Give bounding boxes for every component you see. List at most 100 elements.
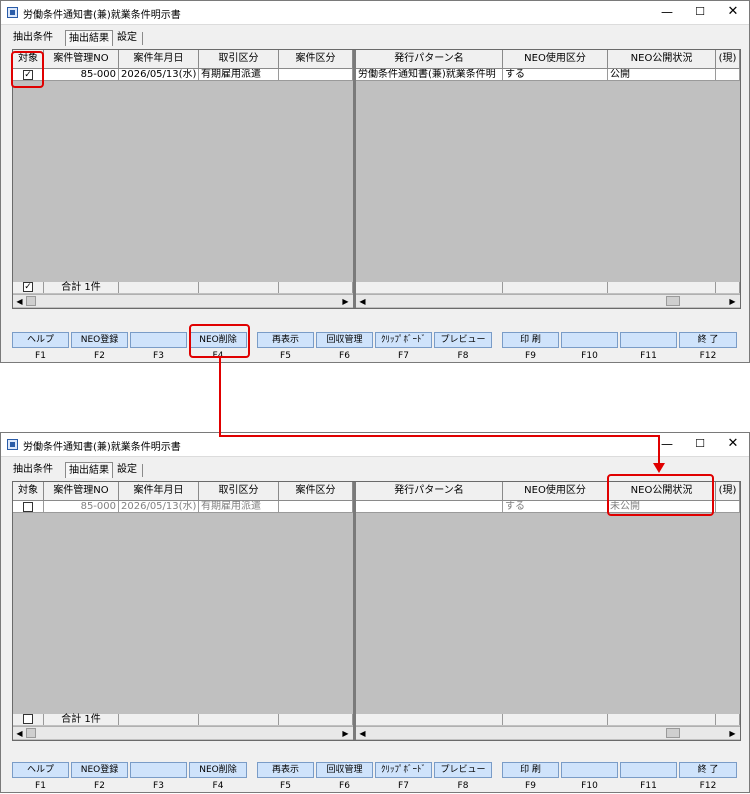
close-button[interactable]: ✕	[720, 436, 746, 452]
left-hscrollbar[interactable]: ◀ ▶	[13, 294, 353, 307]
f3-key-label: F3	[153, 351, 164, 361]
f11-key-label: F11	[640, 781, 657, 791]
maximize-button[interactable]: ☐	[687, 436, 713, 452]
col-header-neo-use[interactable]: NEO使用区分	[503, 482, 608, 501]
footer-total: 合計 1件	[44, 282, 119, 293]
footer-cell	[356, 714, 503, 725]
f12-exit-button[interactable]: 終 了	[679, 762, 737, 778]
f2-neo-register-button[interactable]: NEO登録	[71, 762, 128, 778]
f12-exit-button[interactable]: 終 了	[679, 332, 737, 348]
footer-cell	[716, 714, 740, 725]
scroll-thumb[interactable]	[26, 728, 36, 738]
app-icon	[7, 439, 18, 450]
scroll-left-arrow-icon[interactable]: ◀	[14, 296, 25, 307]
scroll-thumb[interactable]	[26, 296, 36, 306]
f9-print-button[interactable]: 印 刷	[502, 332, 559, 348]
tab-settings[interactable]: 設定	[117, 462, 137, 478]
col-header-pattern-name[interactable]: 発行パターン名	[356, 482, 503, 501]
f8-key-label: F8	[457, 351, 469, 361]
footer-check-cell[interactable]: ✓	[13, 282, 44, 293]
f5-refresh-button[interactable]: 再表示	[257, 332, 314, 348]
f2-neo-register-button[interactable]: NEO登録	[71, 332, 128, 348]
scroll-thumb[interactable]	[666, 728, 680, 738]
tab-extract-conditions[interactable]: 抽出条件	[13, 462, 53, 478]
col-header-current[interactable]: (現)	[716, 482, 740, 501]
pane-splitter[interactable]	[353, 482, 356, 740]
col-header-case-no[interactable]: 案件管理NO	[44, 482, 119, 501]
scroll-left-arrow-icon[interactable]: ◀	[14, 728, 25, 739]
f1-help-button[interactable]: ヘルプ	[12, 332, 69, 348]
f8-preview-button[interactable]: プレビュー	[434, 762, 492, 778]
maximize-button[interactable]: ☐	[687, 4, 713, 20]
f10-key-label: F10	[581, 781, 598, 791]
tab-divider	[112, 32, 113, 45]
row-case-date: 2026/05/13(水)	[119, 69, 199, 81]
col-header-case-kind[interactable]: 案件区分	[279, 50, 353, 69]
f4-neo-delete-button[interactable]: NEO削除	[189, 762, 247, 778]
row-case-no: 85-000	[44, 501, 119, 513]
scroll-right-arrow-icon[interactable]: ▶	[340, 296, 351, 307]
scroll-thumb[interactable]	[666, 296, 680, 306]
f12-key-label: F12	[699, 781, 717, 791]
right-hscrollbar[interactable]: ◀ ▶	[356, 294, 740, 307]
f11-button[interactable]	[620, 332, 677, 348]
scroll-right-arrow-icon[interactable]: ▶	[727, 728, 738, 739]
footer-cell	[199, 282, 279, 293]
close-button[interactable]: ✕	[720, 4, 746, 20]
col-header-case-kind[interactable]: 案件区分	[279, 482, 353, 501]
minimize-button[interactable]: —	[654, 4, 680, 20]
f6-collection-button[interactable]: 回収管理	[316, 762, 373, 778]
col-header-trade-kind[interactable]: 取引区分	[199, 50, 279, 69]
scroll-right-arrow-icon[interactable]: ▶	[727, 296, 738, 307]
select-all-checkbox[interactable]: ✓	[23, 282, 33, 292]
col-header-target[interactable]: 対象	[13, 482, 44, 501]
col-header-case-no[interactable]: 案件管理NO	[44, 50, 119, 69]
f10-button[interactable]	[561, 762, 618, 778]
function-key-bar: ヘルプ NEO登録 NEO削除 再表示 回収管理 ｸﾘｯﾌﾟﾎﾞｰﾄﾞ プレビュ…	[12, 762, 741, 792]
row-neo-use: する	[503, 501, 608, 513]
row-checkbox[interactable]	[23, 502, 33, 512]
row-target-cell[interactable]	[13, 501, 44, 513]
scroll-right-arrow-icon[interactable]: ▶	[340, 728, 351, 739]
window-title: 労働条件通知書(兼)就業条件明示書	[23, 10, 181, 21]
tab-extract-results[interactable]: 抽出結果	[65, 462, 113, 478]
f7-clipboard-button[interactable]: ｸﾘｯﾌﾟﾎﾞｰﾄﾞ	[375, 332, 432, 348]
highlight-neo-delete-button	[189, 324, 250, 358]
footer-cell	[608, 714, 716, 725]
pane-splitter[interactable]	[353, 50, 356, 308]
f5-refresh-button[interactable]: 再表示	[257, 762, 314, 778]
footer-check-cell[interactable]	[13, 714, 44, 725]
f7-key-label: F7	[398, 351, 409, 361]
f3-button[interactable]	[130, 332, 187, 348]
tab-extract-results[interactable]: 抽出結果	[65, 30, 113, 46]
f9-print-button[interactable]: 印 刷	[502, 762, 559, 778]
left-hscrollbar[interactable]: ◀ ▶	[13, 726, 353, 739]
footer-cell	[356, 282, 503, 293]
f8-preview-button[interactable]: プレビュー	[434, 332, 492, 348]
results-grid: 対象 案件管理NO 案件年月日 取引区分 案件区分 発行パターン名 NEO使用区…	[12, 481, 741, 741]
col-header-current[interactable]: (現)	[716, 50, 740, 69]
col-header-case-date[interactable]: 案件年月日	[119, 482, 199, 501]
col-header-neo-use[interactable]: NEO使用区分	[503, 50, 608, 69]
f1-help-button[interactable]: ヘルプ	[12, 762, 69, 778]
f12-key-label: F12	[699, 351, 717, 361]
f3-button[interactable]	[130, 762, 187, 778]
app-icon	[7, 7, 18, 18]
select-all-checkbox[interactable]	[23, 714, 33, 724]
f10-button[interactable]	[561, 332, 618, 348]
scroll-left-arrow-icon[interactable]: ◀	[357, 728, 368, 739]
right-hscrollbar[interactable]: ◀ ▶	[356, 726, 740, 739]
f11-button[interactable]	[620, 762, 677, 778]
col-header-trade-kind[interactable]: 取引区分	[199, 482, 279, 501]
tab-settings[interactable]: 設定	[117, 30, 137, 46]
col-header-case-date[interactable]: 案件年月日	[119, 50, 199, 69]
f7-clipboard-button[interactable]: ｸﾘｯﾌﾟﾎﾞｰﾄﾞ	[375, 762, 432, 778]
connector-line-down-2	[658, 435, 660, 465]
col-header-neo-status[interactable]: NEO公開状況	[608, 50, 716, 69]
tab-extract-conditions[interactable]: 抽出条件	[13, 30, 53, 46]
col-header-pattern-name[interactable]: 発行パターン名	[356, 50, 503, 69]
scroll-left-arrow-icon[interactable]: ◀	[357, 296, 368, 307]
highlight-target-checkbox	[11, 51, 44, 88]
f6-collection-button[interactable]: 回収管理	[316, 332, 373, 348]
row-trade-kind: 有期雇用派遣	[199, 69, 279, 81]
